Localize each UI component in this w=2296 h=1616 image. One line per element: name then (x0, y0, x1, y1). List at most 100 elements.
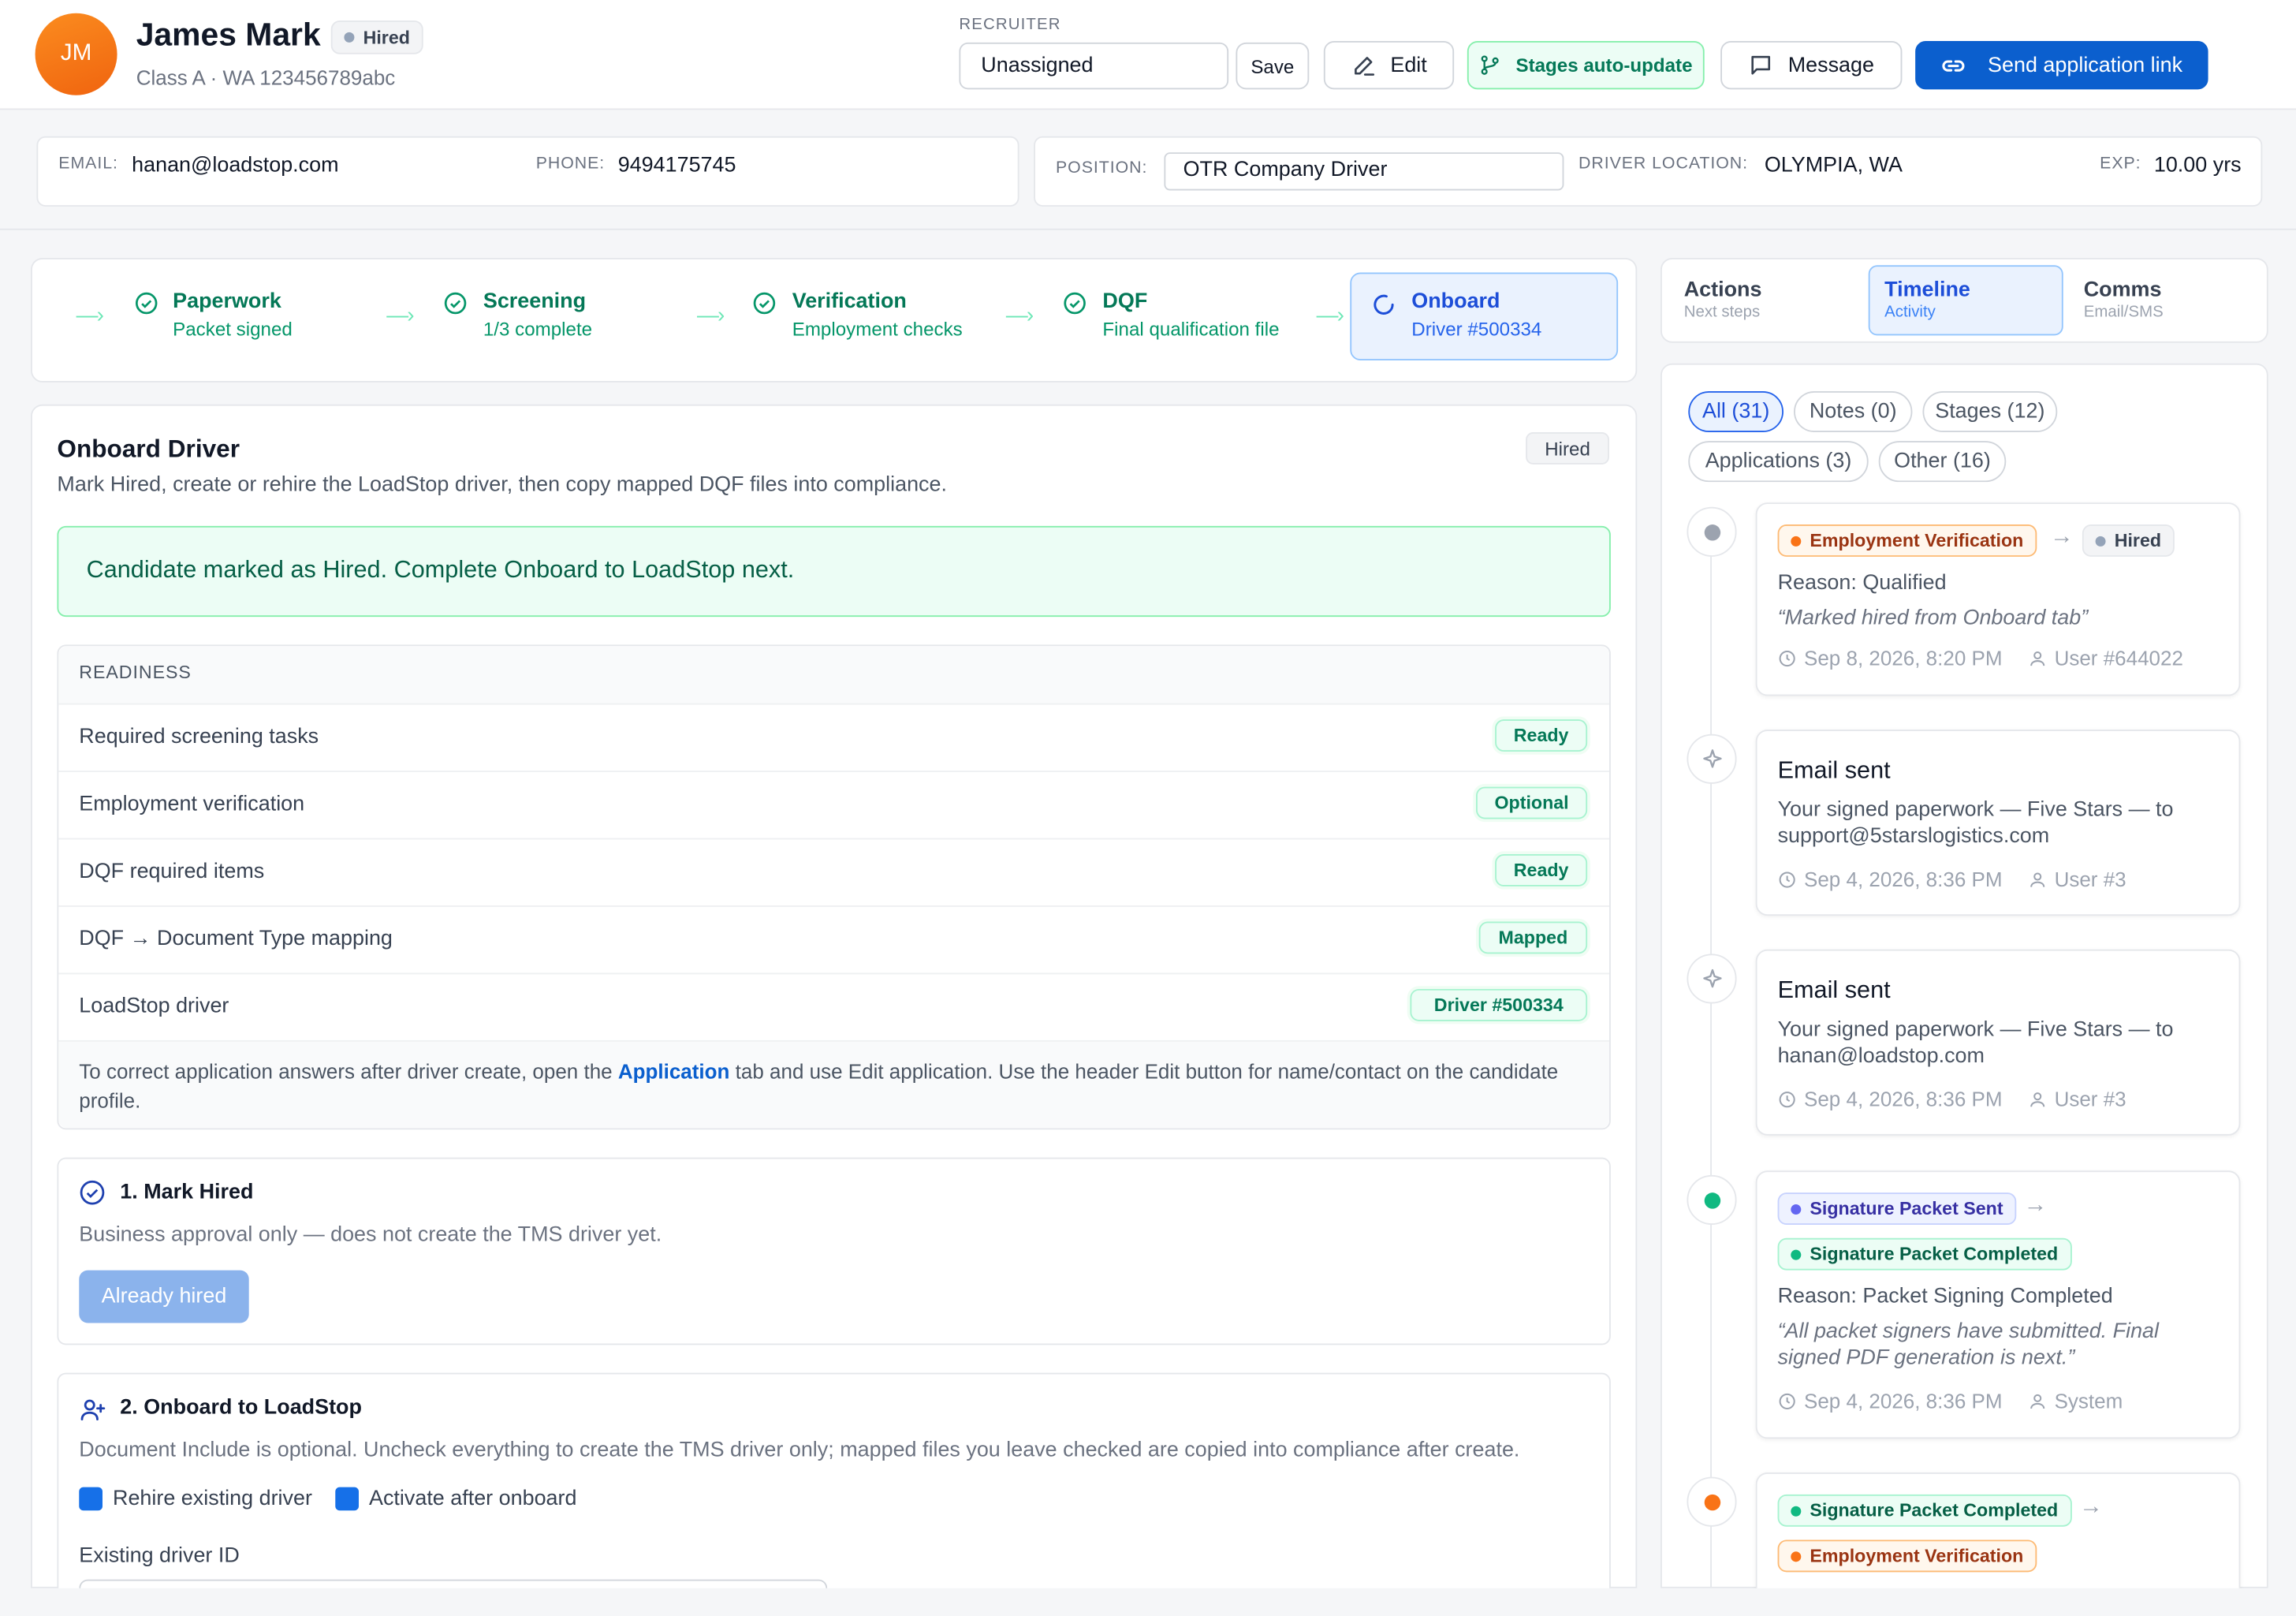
event-date: Sep 4, 2026, 8:36 PM (1778, 868, 2003, 890)
readiness-row-label: Employment verification (79, 793, 305, 816)
timeline-line (1710, 509, 1713, 1588)
candidate-subline: Class A · WA 123456789abc (136, 65, 396, 90)
readiness-status-badge: Driver #500334 (1410, 988, 1588, 1021)
event-body: Your signed paperwork — Five Stars — to … (1777, 798, 2174, 849)
readiness-status-badge: Ready (1495, 854, 1588, 886)
divider (58, 771, 1610, 773)
stage-paperwork-title[interactable]: Paperwork (173, 290, 281, 314)
phone-value[interactable]: 9494175745 (618, 154, 736, 177)
phone-label: PHONE: (535, 155, 606, 174)
event-date-text: Sep 8, 2026, 8:20 PM (1804, 646, 2003, 670)
stage-arrow-icon: —› (1316, 303, 1344, 329)
stage-arrow-icon: —› (386, 303, 414, 329)
filter-notes[interactable]: Notes (0) (1794, 391, 1913, 433)
event-title: Email sent (1777, 977, 1891, 1004)
stage-onboard-sub: Driver #500334 (1411, 318, 1542, 340)
stages-auto-update-label: Stages auto-update (1515, 54, 1693, 77)
stage-onboard[interactable]: Onboard Driver #500334 (1350, 272, 1619, 360)
readiness-note: To correct application answers after dri… (79, 1056, 1572, 1114)
readiness-row-label: DQF → Document Type mapping (79, 927, 393, 951)
rehire-checkbox[interactable] (79, 1487, 103, 1511)
stage-screening-sub: 1/3 complete (483, 318, 593, 340)
edit-label: Edit (1390, 53, 1427, 77)
onboard-title: Onboard Driver (57, 435, 240, 464)
link-icon (1943, 59, 1966, 71)
side-tabs: Actions Next steps Timeline Activity Com… (1660, 257, 2268, 343)
event-user: User #3 (2028, 1087, 2126, 1110)
save-button[interactable]: Save (1236, 42, 1310, 90)
edit-button[interactable]: Edit (1323, 41, 1455, 90)
contact-card: EMAIL: hanan@loadstop.com PHONE: 9494175… (36, 136, 1019, 207)
readiness-status-badge: Optional (1476, 786, 1588, 819)
timeline-node (1687, 1476, 1737, 1527)
stages-auto-update-button[interactable]: Stages auto-update (1467, 41, 1705, 90)
tab-comms-title[interactable]: Comms (2084, 278, 2162, 302)
clock-icon (1779, 871, 1795, 887)
stage-dqf-title[interactable]: DQF (1102, 290, 1147, 314)
tab-timeline-title: Timeline (1884, 278, 1970, 302)
event-user-text: User #644022 (2054, 646, 2183, 670)
sparkle-icon (1702, 968, 1721, 987)
exp-label: EXP: (2100, 155, 2141, 174)
step-mark-hired-desc: Business approval only — does not create… (79, 1223, 662, 1247)
check-circle-icon (444, 292, 467, 315)
arrow-right-icon: → (2023, 1192, 2048, 1218)
filter-stages[interactable]: Stages (12) (1922, 391, 2058, 433)
event-user: User #644022 (2028, 646, 2183, 670)
already-hired-button[interactable]: Already hired (79, 1270, 249, 1323)
recruiter-input[interactable]: Unassigned (959, 42, 1229, 90)
page-bottom (1660, 1588, 2296, 1616)
stage-arrow-icon: —› (1005, 303, 1034, 329)
status-dot-icon (344, 32, 355, 43)
check-circle-icon (80, 1180, 105, 1205)
stage-chip: Signature Packet Completed (1777, 1237, 2071, 1271)
status-dot-icon (1791, 1248, 1802, 1260)
send-application-link-label: Send application link (1988, 53, 2183, 77)
readiness-row-label: LoadStop driver (79, 995, 229, 1019)
existing-driver-id-label: Existing driver ID (79, 1544, 240, 1568)
stage-chip-label: Signature Packet Completed (1810, 1500, 2059, 1521)
divider (58, 838, 1610, 840)
check-circle-icon (135, 292, 158, 315)
event-quote: “All packet signers have submitted. Fina… (1777, 1319, 2160, 1370)
stage-chip-label: Signature Packet Sent (1810, 1198, 2003, 1219)
driver-location-value: OLYMPIA, WA (1764, 154, 1903, 177)
readiness-status-badge: Ready (1495, 719, 1588, 752)
timeline-event: Email sent Your signed paperwork — Five … (1755, 949, 2241, 1136)
job-card: POSITION: OTR Company Driver DRIVER LOCA… (1034, 136, 2263, 207)
divider (58, 972, 1610, 975)
readiness-status-badge: Mapped (1478, 921, 1588, 954)
status-dot-icon (1791, 1204, 1802, 1215)
activate-checkbox[interactable] (335, 1487, 360, 1511)
avatar: JM (35, 13, 117, 95)
clock-icon (1779, 650, 1795, 666)
user-icon (2030, 1393, 2045, 1409)
readiness-row-label: Required screening tasks (79, 725, 319, 749)
stage-screening-title[interactable]: Screening (483, 290, 586, 314)
check-circle-icon (1064, 292, 1086, 315)
stage-verification-title[interactable]: Verification (792, 290, 907, 314)
git-branch-icon (1481, 55, 1500, 75)
arrow-right-icon: → (2050, 524, 2074, 550)
sparkle-icon (1702, 748, 1721, 767)
email-label: EMAIL: (58, 155, 118, 174)
send-application-link-button[interactable]: Send application link (1915, 41, 2208, 90)
stage-arrow-icon: —› (697, 303, 725, 329)
readiness-label: READINESS (79, 662, 192, 683)
email-value[interactable]: hanan@loadstop.com (132, 154, 338, 177)
filter-all[interactable]: All (31) (1688, 391, 1784, 433)
divider (58, 905, 1610, 907)
stage-chip: Hired (2082, 524, 2175, 557)
position-input[interactable]: OTR Company Driver (1164, 152, 1564, 191)
tab-actions-title[interactable]: Actions (1684, 278, 1762, 302)
activate-label: Activate after onboard (369, 1487, 577, 1511)
user-plus-icon (80, 1399, 106, 1421)
message-button[interactable]: Message (1720, 41, 1903, 90)
filter-applications[interactable]: Applications (3) (1688, 441, 1869, 483)
filter-other[interactable]: Other (16) (1878, 441, 2007, 483)
application-tab-link[interactable]: Application (618, 1059, 730, 1083)
stage-dqf-sub: Final qualification file (1102, 318, 1280, 340)
user-icon (2030, 871, 2045, 886)
rehire-label: Rehire existing driver (113, 1487, 312, 1511)
stage-chip-label: Employment Verification (1810, 1545, 2024, 1566)
